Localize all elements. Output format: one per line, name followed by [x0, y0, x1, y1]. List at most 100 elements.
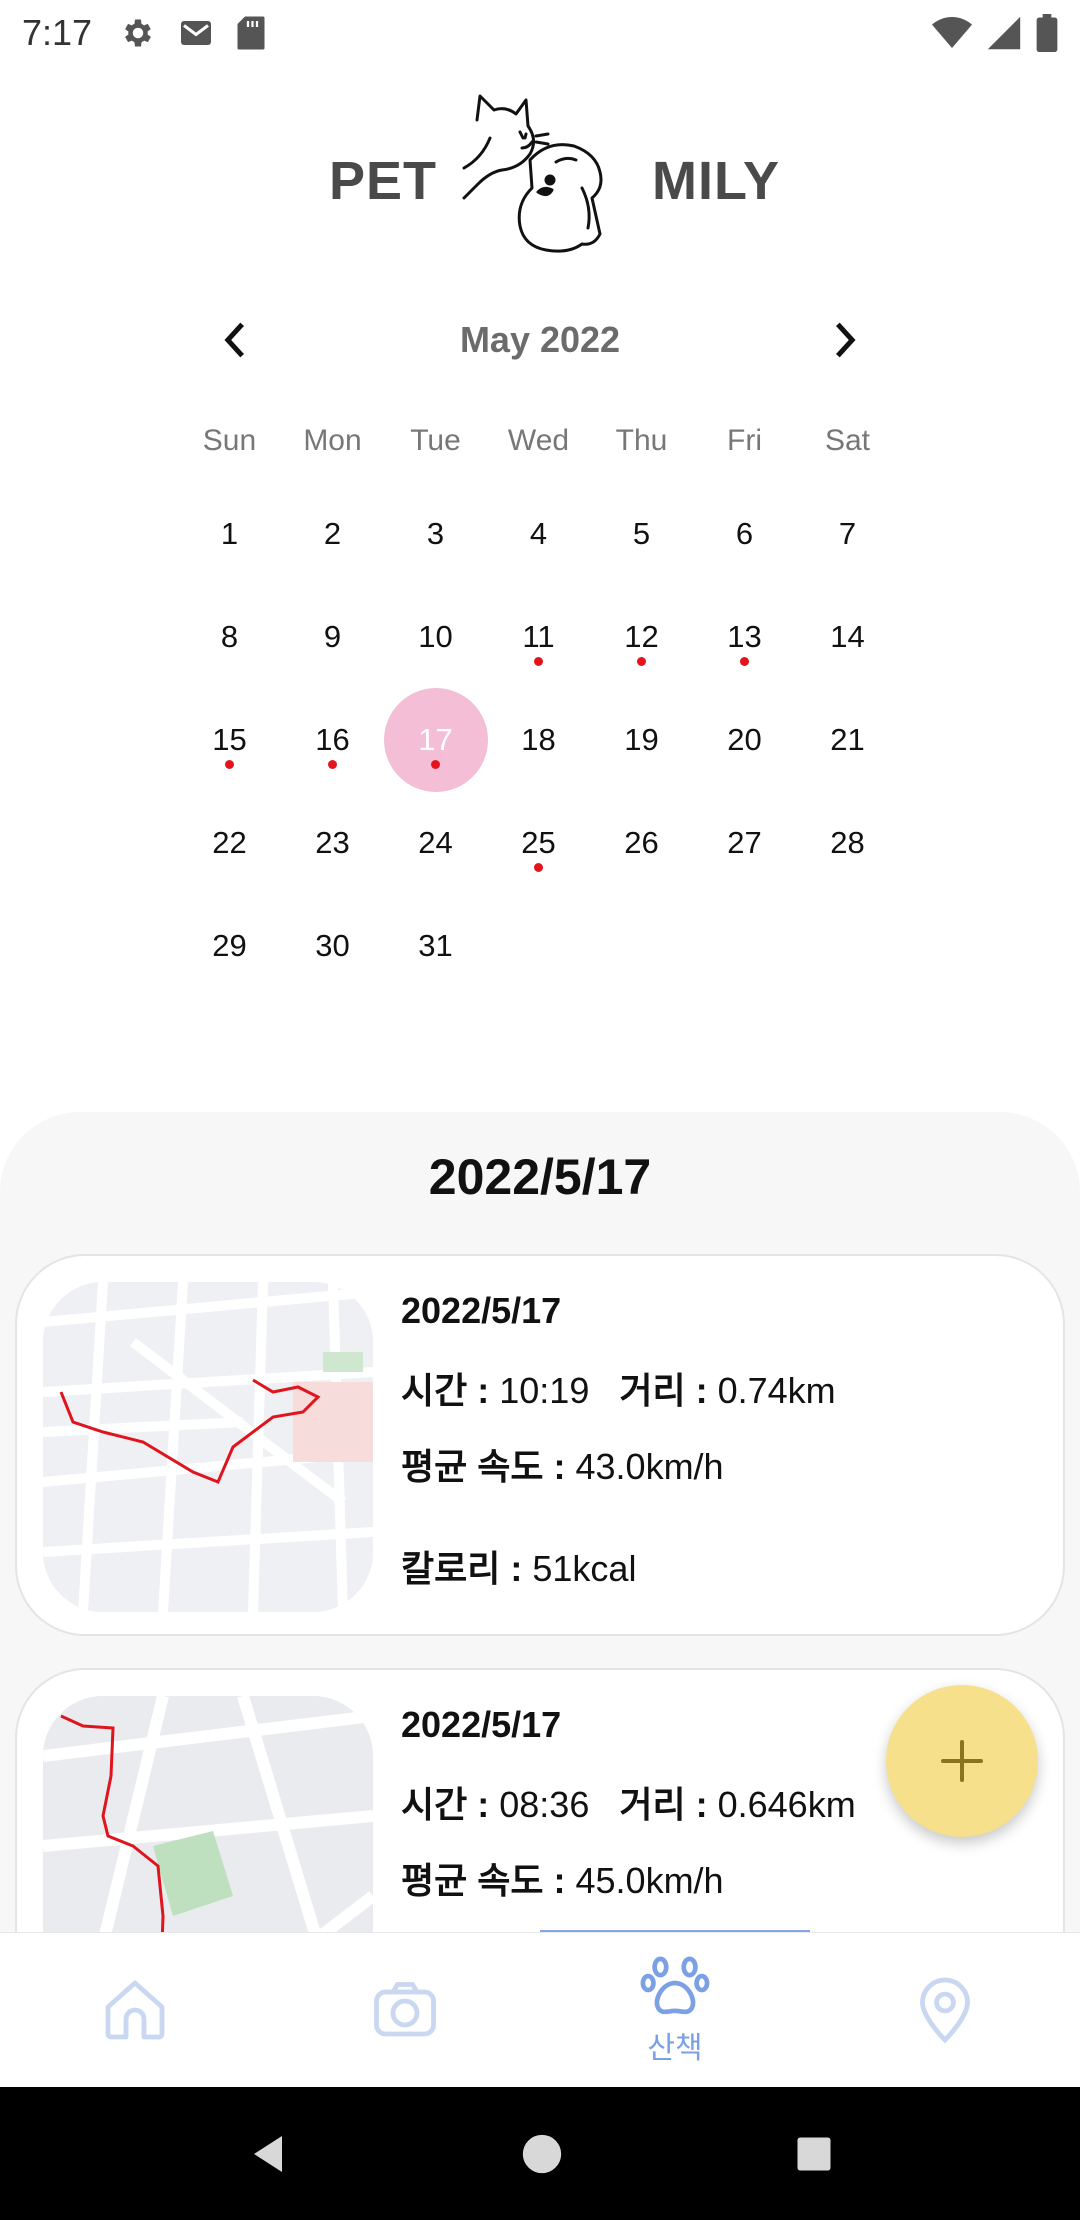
calendar-day[interactable]: 21 [796, 688, 899, 791]
speed-value: 45.0km/h [575, 1860, 724, 1901]
distance-label: 거리 : [619, 1784, 708, 1825]
status-icons-left [120, 15, 266, 51]
record-speed: 평균 속도 : 43.0km/h [401, 1438, 836, 1490]
time-value: 10:19 [499, 1370, 590, 1411]
calendar-day[interactable]: 14 [796, 585, 899, 688]
record-time-distance: 시간 : 10:19 거리 : 0.74km [401, 1362, 836, 1414]
add-walk-button[interactable] [886, 1685, 1038, 1837]
calendar-day[interactable]: 11 [487, 585, 590, 688]
day-number: 6 [735, 515, 754, 551]
day-number: 13 [727, 618, 762, 654]
calendar-day[interactable]: 18 [487, 688, 590, 791]
calendar-day[interactable]: 8 [178, 585, 281, 688]
calendar-day[interactable]: 20 [693, 688, 796, 791]
status-time: 7:17 [22, 12, 93, 53]
walk-record-dot [225, 760, 234, 769]
next-month-button[interactable] [810, 305, 880, 375]
signal-icon [987, 16, 1021, 50]
calendar-day[interactable]: 26 [590, 791, 693, 894]
walk-record-dot [637, 657, 646, 666]
calendar-day[interactable]: 16 [281, 688, 384, 791]
weekday-label: Sat [824, 424, 871, 457]
calendar-day[interactable]: 7 [796, 482, 899, 585]
calendar-day[interactable]: 3 [384, 482, 487, 585]
selected-date-title: 2022/5/17 [428, 1149, 652, 1205]
record-speed: 평균 속도 : 45.0km/h [401, 1852, 856, 1904]
calendar-day-selected[interactable]: 17 [383, 687, 488, 792]
walk-record-info: 2022/5/17 시간 : 08:36 거리 : 0.646km 평균 속도 … [401, 1704, 856, 1904]
calendar-day[interactable]: 25 [487, 791, 590, 894]
distance-value: 0.646km [717, 1784, 856, 1825]
time-label: 시간 : [401, 1370, 490, 1411]
day-number: 24 [418, 824, 453, 860]
distance-label: 거리 : [619, 1370, 708, 1411]
weekday-label: Wed [507, 424, 570, 457]
calendar-day[interactable]: 31 [384, 894, 487, 997]
calendar-grid: Sun Mon Tue Wed Thu Fri Sat 1 2 3 4 5 6 7 8 9 10 11 12 13 14… [178, 400, 900, 997]
day-number: 9 [323, 618, 342, 654]
status-bar: 7:17 [0, 0, 1080, 66]
nav-item-location[interactable] [810, 1933, 1080, 2087]
system-nav-bar [0, 2087, 1080, 2220]
nav-item-walk[interactable]: 산책 [540, 1933, 810, 2087]
calendar-day[interactable]: 4 [487, 482, 590, 585]
nav-item-camera[interactable] [270, 1933, 540, 2087]
battery-icon [1036, 14, 1058, 52]
calendar-day[interactable]: 22 [178, 791, 281, 894]
calendar-day[interactable]: 10 [384, 585, 487, 688]
day-number: 26 [624, 824, 659, 860]
weekday-label: Thu [615, 424, 668, 457]
walk-record-dot [740, 657, 749, 666]
day-number: 20 [727, 721, 762, 757]
calendar-day[interactable]: 15 [178, 688, 281, 791]
location-pin-icon [920, 1977, 970, 2044]
calendar-day[interactable]: 2 [281, 482, 384, 585]
calendar-day[interactable]: 6 [693, 482, 796, 585]
day-number: 2 [323, 515, 342, 551]
walk-record-dot [534, 863, 543, 872]
gear-icon [125, 19, 151, 47]
chevron-left-icon [224, 322, 244, 358]
calendar-day[interactable]: 9 [281, 585, 384, 688]
wifi-icon [932, 17, 972, 48]
calendar-day[interactable]: 13 [693, 585, 796, 688]
time-label: 시간 : [401, 1784, 490, 1825]
calendar-day[interactable]: 5 [590, 482, 693, 585]
calendar-day[interactable]: 28 [796, 791, 899, 894]
route-map-thumbnail [43, 1282, 373, 1612]
calendar-day[interactable]: 19 [590, 688, 693, 791]
day-number: 30 [315, 927, 350, 963]
calendar-day[interactable]: 29 [178, 894, 281, 997]
prev-month-button[interactable] [200, 305, 270, 375]
walk-record-dot [328, 760, 337, 769]
calorie-value: 51kcal [532, 1548, 637, 1589]
day-number: 15 [212, 721, 247, 757]
speed-label: 평균 속도 : [401, 1446, 566, 1487]
calendar-day[interactable]: 23 [281, 791, 384, 894]
record-time-distance: 시간 : 08:36 거리 : 0.646km [401, 1776, 856, 1828]
day-number: 31 [418, 927, 453, 963]
calendar-day[interactable]: 30 [281, 894, 384, 997]
speed-value: 43.0km/h [575, 1446, 724, 1487]
day-number: 18 [521, 721, 556, 757]
calendar-day[interactable]: 24 [384, 791, 487, 894]
back-icon[interactable] [244, 2130, 292, 2178]
day-number: 21 [830, 721, 865, 757]
calendar-day[interactable]: 12 [590, 585, 693, 688]
calendar-day[interactable]: 1 [178, 482, 281, 585]
day-number: 27 [727, 824, 762, 860]
calendar-month-title: May 2022 [459, 319, 621, 360]
chevron-right-icon [836, 322, 856, 358]
plus-icon [941, 1740, 983, 1782]
recents-icon[interactable] [792, 2132, 836, 2176]
sd-card-icon [237, 16, 265, 50]
logo-text-right: MILY [652, 151, 781, 211]
nav-item-home[interactable] [0, 1933, 270, 2087]
walk-record-card[interactable]: 2022/5/17 시간 : 10:19 거리 : 0.74km 평균 속도 :… [15, 1254, 1065, 1636]
day-number: 29 [212, 927, 247, 963]
route-map-thumbnail [43, 1696, 373, 1932]
logo-text-left: PET [329, 151, 438, 211]
calendar-day[interactable]: 27 [693, 791, 796, 894]
day-number: 19 [624, 721, 659, 757]
home-circle-icon[interactable] [519, 2131, 565, 2177]
